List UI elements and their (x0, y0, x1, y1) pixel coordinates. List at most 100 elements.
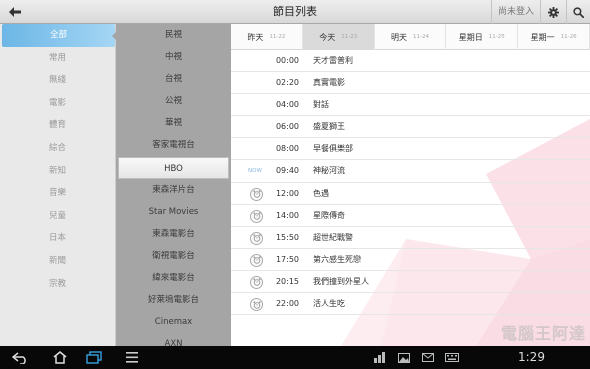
program-title: 對話 (313, 100, 329, 110)
category-item[interactable]: 新聞 (0, 250, 115, 273)
alarm-clock-icon (252, 256, 261, 265)
login-button[interactable]: 尚未登入 (490, 0, 540, 24)
day-tab[interactable]: 明天 11-24 (375, 24, 447, 50)
search-button[interactable] (566, 0, 590, 24)
top-bar: 節目列表 尚未登入 (0, 0, 590, 24)
channel-item[interactable]: 民視 (116, 24, 231, 46)
program-title: 活人生吃 (313, 299, 345, 309)
day-tab-date: 11-24 (413, 34, 429, 40)
nav-back-button[interactable] (6, 346, 34, 369)
category-item[interactable]: 音樂 (0, 182, 115, 205)
menu-icon (126, 352, 138, 363)
channel-item[interactable]: 客家電視台 (116, 134, 231, 156)
day-tab-label: 星期一 (530, 32, 555, 42)
category-item[interactable]: 日本 (0, 227, 115, 250)
category-item[interactable]: 新知 (0, 160, 115, 183)
reminder-button[interactable] (250, 298, 263, 312)
channel-item[interactable]: 東森洋片台 (116, 179, 231, 201)
category-item[interactable]: 電影 (0, 92, 115, 115)
category-item[interactable]: 綜合 (0, 137, 115, 160)
mail-icon (422, 353, 434, 362)
alarm-clock-icon (252, 190, 261, 198)
program-row[interactable]: 02:20 真實電影 (231, 72, 590, 95)
schedule-panel: 昨天 11-22 今天 11-23 明天 11-24 星期日 11-25 星期一 11-26 00… (231, 24, 590, 346)
program-time: 20:15 (275, 276, 299, 286)
program-title: 色遇 (313, 188, 329, 198)
now-badge: NOW (248, 168, 262, 175)
program-title: 神秘河流 (313, 166, 345, 176)
reminder-button[interactable] (250, 231, 263, 245)
program-row[interactable]: 00:00 天才雷普利 (231, 50, 590, 73)
program-row[interactable]: 15:50 超世紀戰警 (231, 227, 590, 249)
back-button[interactable] (0, 0, 30, 24)
program-time: 22:00 (275, 299, 299, 309)
gallery-icon (398, 352, 410, 363)
keyboard-icon (445, 353, 459, 362)
program-title: 早餐俱樂部 (313, 144, 353, 154)
category-item[interactable]: 宗教 (0, 273, 115, 296)
channel-list: 民視 中視 台視 公視 華視 客家電視台 HBO 東森洋片台 Star Movies 東森電影台衛… (116, 24, 231, 349)
program-time: 12:00 (275, 188, 299, 198)
channel-item[interactable]: 東森電影台 (116, 223, 231, 245)
program-title: 天才雷普利 (313, 56, 353, 65)
reminder-button[interactable] (250, 187, 263, 201)
category-item[interactable]: 兒童 (0, 205, 115, 228)
nav-app-icon-4[interactable] (438, 346, 466, 369)
program-time: 09:40 (275, 166, 299, 176)
alarm-clock-icon (252, 300, 261, 309)
alarm-clock-icon (252, 234, 261, 242)
app-window: 節目列表 尚未登入 全部 常用 無綫 電影 體育 綜合 新知 音樂 兒童 日本 新聞 宗教 (0, 0, 590, 369)
alarm-clock-icon (252, 278, 261, 287)
day-tab-date: 11-25 (488, 34, 505, 40)
day-tab[interactable]: 星期日 11-25 (446, 24, 519, 50)
recent-apps-icon (86, 351, 102, 364)
program-row[interactable]: 20:15 我們撞到外星人 (231, 271, 590, 294)
program-row[interactable]: 17:50 第六感生死戀 (231, 249, 590, 271)
nav-recents-button[interactable] (80, 346, 108, 369)
channel-item[interactable]: Cinemax (116, 311, 231, 333)
channel-item[interactable]: 中視 (116, 46, 231, 68)
channel-item[interactable]: 好萊塢電影台 (116, 289, 231, 311)
day-tab-label: 明天 (391, 32, 407, 42)
program-row[interactable]: 08:00 早餐俱樂部 (231, 138, 590, 161)
program-row[interactable]: 12:00 色遇 (231, 183, 590, 205)
channel-item[interactable]: 台視 (116, 68, 231, 90)
category-list: 全部 常用 無綫 電影 體育 綜合 新知 音樂 兒童 日本 新聞 宗教 (0, 24, 116, 346)
program-time: 15:50 (275, 232, 299, 242)
category-item[interactable]: 全部 (2, 24, 115, 47)
reminder-button[interactable] (250, 275, 263, 289)
program-title: 我們撞到外星人 (313, 276, 369, 286)
category-item[interactable]: 無綫 (0, 69, 115, 92)
program-title: 真實電影 (313, 78, 345, 88)
day-tab-label: 昨天 (247, 32, 264, 42)
channel-item[interactable]: 緯來電影台 (116, 267, 231, 289)
nav-menu-button[interactable] (118, 346, 146, 369)
bar-chart-icon (374, 352, 385, 363)
watermark-text: 電腦王阿達 (500, 324, 586, 343)
program-time: 06:00 (275, 122, 299, 132)
category-item[interactable]: 體育 (0, 114, 115, 137)
program-row[interactable]: 14:00 星際傳奇 (231, 205, 590, 227)
program-time: 02:20 (275, 78, 299, 88)
channel-item[interactable]: 公視 (116, 90, 231, 112)
day-tab[interactable]: 今天 11-23 (302, 24, 375, 50)
program-title: 星際傳奇 (313, 210, 345, 220)
channel-item[interactable]: 華視 (116, 112, 231, 134)
settings-button[interactable] (540, 0, 566, 24)
program-row[interactable]: 22:00 活人生吃 (231, 293, 590, 316)
day-tab-label: 今天 (319, 32, 336, 42)
reminder-button[interactable] (250, 209, 263, 223)
nav-home-button[interactable] (46, 346, 74, 369)
program-row[interactable]: 06:00 盛夏獅王 (231, 116, 590, 139)
day-tab[interactable]: 星期一 11-26 (518, 24, 590, 50)
channel-item[interactable]: 衛視電影台 (116, 245, 231, 267)
reminder-button[interactable] (250, 253, 263, 267)
program-title: 超世紀戰警 (313, 232, 353, 242)
program-row[interactable]: NOW 09:40 神秘河流 (231, 160, 590, 183)
channel-item[interactable]: HBO (118, 156, 229, 179)
category-item[interactable]: 常用 (0, 47, 115, 70)
channel-item[interactable]: Star Movies (116, 201, 231, 223)
program-row[interactable]: 04:00 對話 (231, 94, 590, 117)
day-tab[interactable]: 昨天 11-22 (231, 24, 303, 50)
search-icon (573, 6, 584, 18)
